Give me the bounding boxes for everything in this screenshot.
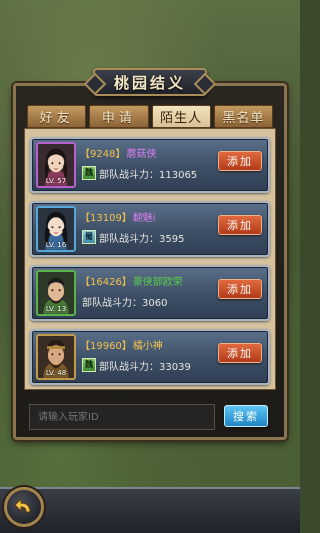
avatar[interactable]: LV. 48	[36, 334, 76, 380]
nation-badge: 蜀	[82, 230, 96, 244]
player-id: 【19960】	[80, 341, 132, 352]
tab-blacklist[interactable]: 黑名单	[213, 105, 273, 128]
power-label: 部队战斗力：	[99, 170, 159, 181]
player-id-search-input[interactable]	[29, 404, 215, 430]
search-bar: 搜索	[24, 398, 276, 438]
power-text: 部队战斗力：3595	[99, 230, 184, 245]
player-name: 蘑菇侠	[126, 149, 157, 160]
level-label: LV. 16	[45, 241, 67, 249]
nation-badge: 魏	[82, 358, 96, 372]
power-label: 部队战斗力：	[82, 298, 142, 309]
level-label: LV. 57	[45, 177, 67, 185]
avatar[interactable]: LV. 13	[36, 270, 76, 316]
list-item: LV. 16 【13109】翻魅i 蜀 部队战斗力：3595 添加	[30, 201, 270, 257]
add-friend-button[interactable]: 添加	[218, 279, 262, 299]
list-item: LV. 48 【19960】橘小神 魏 部队战斗力：33039 添加	[30, 329, 270, 385]
list-item: LV. 57 【9248】蘑菇侠 魏 部队战斗力：113065 添加	[30, 137, 270, 193]
add-friend-button[interactable]: 添加	[218, 215, 262, 235]
power-text: 部队战斗力：3060	[82, 294, 167, 309]
level-label: LV. 13	[45, 305, 67, 313]
power-text: 部队战斗力：113065	[99, 166, 197, 181]
add-friend-button[interactable]: 添加	[218, 151, 262, 171]
tab-strangers[interactable]: 陌生人	[151, 105, 211, 128]
player-id: 【16426】	[80, 277, 132, 288]
avatar[interactable]: LV. 16	[36, 206, 76, 252]
bottom-bar	[0, 487, 300, 533]
power-value: 3060	[142, 298, 168, 309]
player-name-line: 【16426】豪侠部欧荣	[80, 273, 183, 288]
player-name: 豪侠部欧荣	[132, 277, 183, 288]
power-value: 113065	[159, 170, 198, 181]
title-plate: 桃园结义	[93, 68, 207, 96]
level-label: LV. 48	[45, 369, 67, 377]
nation-badge: 魏	[82, 166, 96, 180]
search-button[interactable]: 搜索	[224, 405, 268, 427]
tab-requests[interactable]: 申请	[89, 105, 149, 128]
player-id: 【9248】	[80, 149, 126, 160]
list-item: LV. 13 【16426】豪侠部欧荣 部队战斗力：3060 添加	[30, 265, 270, 321]
page-title: 桃园结义	[113, 73, 186, 92]
tab-friends[interactable]: 好友	[27, 105, 87, 128]
add-friend-button[interactable]: 添加	[218, 343, 262, 363]
tab-bar: 好友 申请 陌生人 黑名单	[27, 105, 273, 128]
power-value: 33039	[159, 362, 191, 373]
player-name: 翻魅i	[132, 213, 156, 224]
power-label: 部队战斗力：	[99, 362, 159, 373]
player-name-line: 【19960】橘小神	[80, 337, 163, 352]
back-button[interactable]	[4, 487, 44, 527]
player-name-line: 【13109】翻魅i	[80, 209, 156, 224]
power-label: 部队战斗力：	[99, 234, 159, 245]
power-text: 部队战斗力：33039	[99, 358, 191, 373]
power-value: 3595	[159, 234, 185, 245]
back-arrow-icon	[14, 497, 31, 513]
player-name-line: 【9248】蘑菇侠	[80, 145, 156, 160]
avatar[interactable]: LV. 57	[36, 142, 76, 188]
player-name: 橘小神	[132, 341, 163, 352]
player-id: 【13109】	[80, 213, 132, 224]
